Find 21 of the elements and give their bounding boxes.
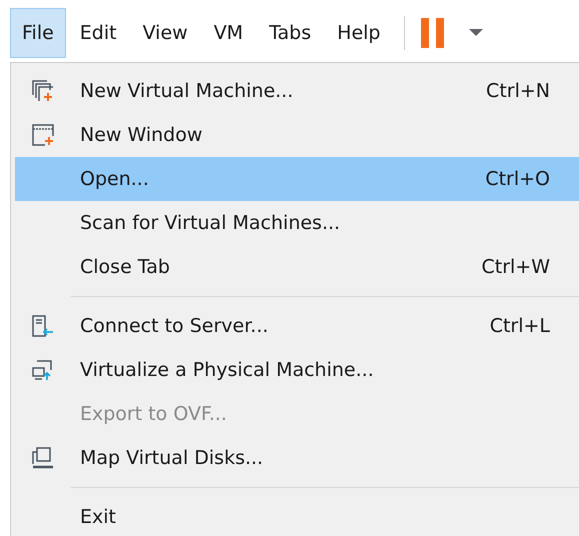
new-window-icon: [32, 124, 54, 146]
server-icon: [32, 315, 54, 337]
menu-bar-item[interactable]: VM: [202, 8, 256, 58]
menu-item[interactable]: Scan for Virtual Machines...: [15, 201, 579, 245]
menu-bar-item[interactable]: File: [10, 8, 66, 58]
caret-icon[interactable]: [469, 29, 484, 37]
menu-bar-item[interactable]: Help: [325, 8, 392, 58]
menu-item[interactable]: Connect to Server... Ctrl+L: [15, 304, 579, 348]
menu-item[interactable]: Close Tab Ctrl+W: [15, 245, 579, 289]
disks-icon: [32, 447, 54, 469]
menu-item[interactable]: New Virtual Machine... Ctrl+N: [15, 69, 579, 113]
menu-item[interactable]: Map Virtual Disks...: [15, 436, 579, 480]
menu-bar-item[interactable]: Edit: [68, 8, 129, 58]
menu-bar-item[interactable]: Tabs: [257, 8, 324, 58]
menu-item[interactable]: Virtualize a Physical Machine...: [15, 348, 579, 392]
menu-bar-item[interactable]: View: [130, 8, 200, 58]
new-machine-icon: [32, 80, 54, 102]
menu-item[interactable]: Open... Ctrl+O: [15, 157, 579, 201]
menu-item[interactable]: New Window: [15, 113, 579, 157]
menu-item[interactable]: Exit: [15, 495, 579, 536]
computer-icon: [32, 359, 54, 381]
